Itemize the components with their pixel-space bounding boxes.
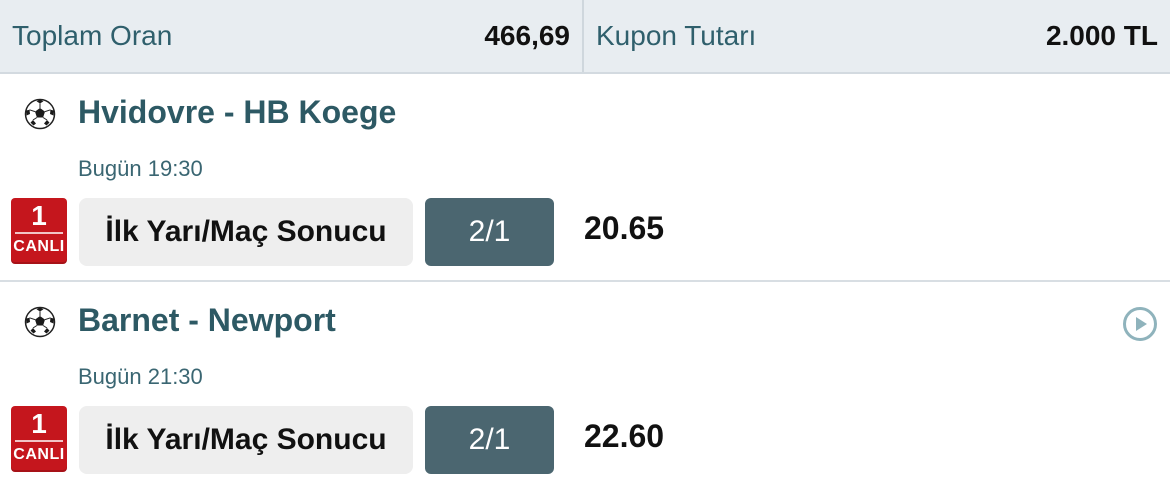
selection-odds: 22.60 [584,418,665,454]
total-odds-label: Toplam Oran [12,20,173,51]
match-teams[interactable]: Hvidovre - HB Koege [78,94,396,131]
market-name: İlk Yarı/Maç Sonucu [79,198,413,266]
match-time: Bugün 19:30 [78,156,203,181]
play-circle-icon[interactable] [1122,306,1158,342]
coupon-summary: Toplam Oran 466,69 Kupon Tutarı 2.000 TL [0,0,1170,74]
soccer-ball-icon [24,98,56,130]
live-badge: 1 CANLI [11,198,67,264]
soccer-ball-icon [24,306,56,338]
match-row[interactable]: Hvidovre - HB Koege Bugün 19:30 1 CANLI … [0,76,1170,282]
match-time: Bugün 21:30 [78,364,203,389]
selected-pick-button[interactable]: 2/1 [425,406,554,474]
market-name: İlk Yarı/Maç Sonucu [79,406,413,474]
live-label: CANLI [13,238,65,255]
match-row[interactable]: Barnet - Newport Bugün 21:30 1 CANLI İlk… [0,284,1170,490]
live-badge: 1 CANLI [11,406,67,472]
live-badge-divider [15,232,63,234]
live-number: 1 [31,200,47,231]
total-odds-cell: Toplam Oran 466,69 [0,0,584,72]
total-odds-value: 466,69 [484,20,570,51]
stake-cell: Kupon Tutarı 2.000 TL [584,0,1170,72]
selected-pick-button[interactable]: 2/1 [425,198,554,266]
stake-value: 2.000 TL [1045,20,1158,51]
selection-odds: 20.65 [584,210,665,246]
stake-label: Kupon Tutarı [596,20,757,51]
live-number: 1 [31,408,47,439]
live-badge-divider [15,440,63,442]
match-teams[interactable]: Barnet - Newport [78,302,336,339]
live-label: CANLI [13,446,65,463]
